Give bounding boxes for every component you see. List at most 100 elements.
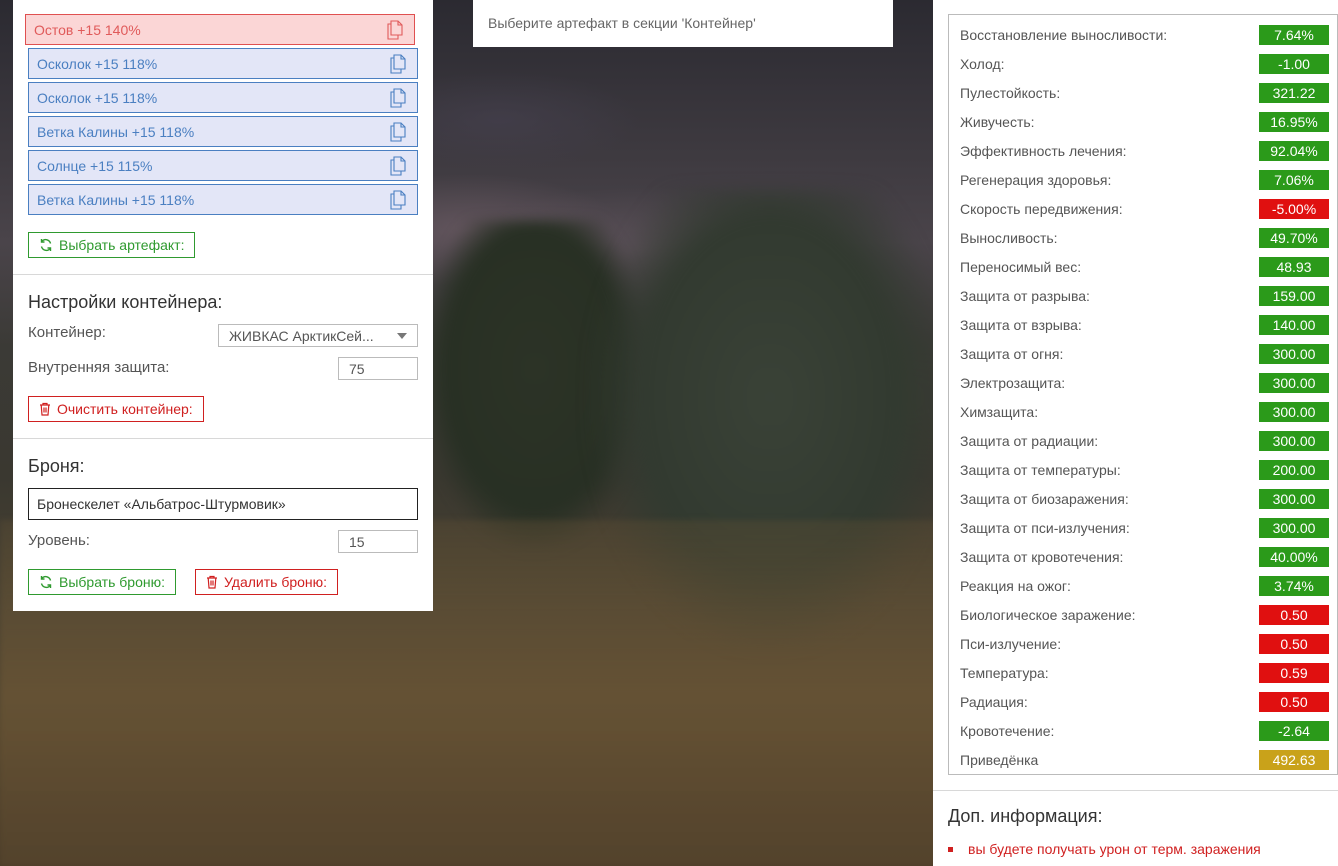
stat-value-badge: 159.00 xyxy=(1259,286,1329,306)
artifact-item[interactable]: Ветка Калины +15 118% xyxy=(28,184,418,215)
container-select[interactable]: ЖИВКАС АрктикСей... xyxy=(218,324,418,347)
stat-value-badge: 0.50 xyxy=(1259,605,1329,625)
copy-icon[interactable] xyxy=(389,54,407,74)
artifact-item[interactable]: Солнце +15 115% xyxy=(28,150,418,181)
artifact-item[interactable]: Ветка Калины +15 118% xyxy=(28,116,418,147)
stats-table: Восстановление выносливости: 7.64% Холод: -… xyxy=(948,14,1338,775)
stat-value-badge: 3.74% xyxy=(1259,576,1329,596)
stat-value-badge: 492.63 xyxy=(1259,750,1329,770)
container-settings-title: Настройки контейнера: xyxy=(28,292,223,312)
stat-row: Защита от температуры: 200.00 xyxy=(949,453,1338,482)
stat-value-badge: -2.64 xyxy=(1259,721,1329,741)
stat-name: Температура: xyxy=(960,665,1049,681)
stat-value-badge: 92.04% xyxy=(1259,141,1329,161)
trash-icon xyxy=(206,575,218,589)
stat-name: Пулестойкость: xyxy=(960,85,1061,101)
stat-row: Выносливость: 49.70% xyxy=(949,221,1338,250)
refresh-icon xyxy=(39,238,53,252)
artifact-label: Ветка Калины +15 118% xyxy=(37,123,195,140)
artifact-list: Остов +15 140% Осколок +15 118% Осколок +1… xyxy=(25,14,418,218)
artifact-label: Остов +15 140% xyxy=(34,21,141,38)
artifact-label: Солнце +15 115% xyxy=(37,157,153,174)
armor-field[interactable]: Бронескелет «Альбатрос-Штурмовик» xyxy=(28,488,418,520)
left-panel: Остов +15 140% Осколок +15 118% Осколок +1… xyxy=(13,0,433,611)
stat-value-badge: 300.00 xyxy=(1259,518,1329,538)
right-panel: Восстановление выносливости: 7.64% Холод: -… xyxy=(933,0,1338,866)
copy-icon[interactable] xyxy=(389,88,407,108)
chevron-down-icon xyxy=(397,333,407,339)
stat-name: Защита от радиации: xyxy=(960,433,1099,449)
stat-value-badge: -5.00% xyxy=(1259,199,1329,219)
clear-container-button[interactable]: Очистить контейнер: xyxy=(28,396,204,422)
copy-icon[interactable] xyxy=(389,190,407,210)
info-list-item: вы будете получать урон от терм. заражен… xyxy=(948,841,1261,857)
choose-artifact-label: Выбрать артефакт: xyxy=(59,237,185,253)
stat-name: Электрозащита: xyxy=(960,375,1066,391)
stat-value-badge: 300.00 xyxy=(1259,373,1329,393)
stat-name: Восстановление выносливости: xyxy=(960,27,1168,43)
stat-row: Скорость передвижения: -5.00% xyxy=(949,192,1338,221)
delete-armor-label: Удалить броню: xyxy=(224,574,328,590)
stat-value-badge: 48.93 xyxy=(1259,257,1329,277)
stat-row: Пси-излучение: 0.50 xyxy=(949,627,1338,656)
artifact-item[interactable]: Осколок +15 118% xyxy=(28,48,418,79)
stat-value-badge: 200.00 xyxy=(1259,460,1329,480)
stat-name: Эффективность лечения: xyxy=(960,143,1127,159)
armor-title: Броня: xyxy=(28,456,85,476)
stat-name: Защита от разрыва: xyxy=(960,288,1090,304)
stat-name: Холод: xyxy=(960,56,1005,72)
level-label: Уровень: xyxy=(28,532,90,549)
copy-icon[interactable] xyxy=(389,122,407,142)
stat-value-badge: 0.50 xyxy=(1259,692,1329,712)
stat-value-badge: -1.00 xyxy=(1259,54,1329,74)
divider xyxy=(13,274,433,275)
stat-value-badge: 40.00% xyxy=(1259,547,1329,567)
stat-value-badge: 0.50 xyxy=(1259,634,1329,654)
stat-row: Защита от радиации: 300.00 xyxy=(949,424,1338,453)
container-select-value: ЖИВКАС АрктикСей... xyxy=(229,327,374,344)
stat-name: Приведёнка xyxy=(960,752,1039,768)
stat-value-badge: 7.06% xyxy=(1259,170,1329,190)
info-item-text: вы будете получать урон от терм. заражен… xyxy=(968,841,1261,857)
stat-value-badge: 7.64% xyxy=(1259,25,1329,45)
stat-row: Защита от биозаражения: 300.00 xyxy=(949,482,1338,511)
stat-row: Защита от огня: 300.00 xyxy=(949,337,1338,366)
artifact-item[interactable]: Осколок +15 118% xyxy=(28,82,418,113)
stat-name: Выносливость: xyxy=(960,230,1058,246)
copy-icon[interactable] xyxy=(389,156,407,176)
stat-row: Электрозащита: 300.00 xyxy=(949,366,1338,395)
stat-name: Пси-излучение: xyxy=(960,636,1062,652)
copy-icon[interactable] xyxy=(386,20,404,40)
stat-row: Переносимый вес: 48.93 xyxy=(949,250,1338,279)
artifact-item[interactable]: Остов +15 140% xyxy=(25,14,415,45)
stat-row: Реакция на ожог: 3.74% xyxy=(949,569,1338,598)
bullet-icon xyxy=(948,846,953,852)
stat-value-badge: 300.00 xyxy=(1259,431,1329,451)
inner-protection-label: Внутренняя защита: xyxy=(28,359,170,376)
delete-armor-button[interactable]: Удалить броню: xyxy=(195,569,339,595)
stat-name: Переносимый вес: xyxy=(960,259,1082,275)
level-input[interactable]: 15 xyxy=(338,530,418,553)
stat-name: Биологическое заражение: xyxy=(960,607,1136,623)
divider xyxy=(13,438,433,439)
divider xyxy=(933,790,1338,791)
stat-value-badge: 140.00 xyxy=(1259,315,1329,335)
stat-value-badge: 300.00 xyxy=(1259,489,1329,509)
choose-artifact-button[interactable]: Выбрать артефакт: xyxy=(28,232,196,258)
stat-value-badge: 300.00 xyxy=(1259,344,1329,364)
clear-container-label: Очистить контейнер: xyxy=(57,401,193,417)
select-artifact-hint: Выберите артефакт в секции 'Контейнер' xyxy=(488,15,756,31)
stat-row: Температура: 0.59 xyxy=(949,656,1338,685)
stat-row: Регенерация здоровья: 7.06% xyxy=(949,163,1338,192)
stat-row: Защита от взрыва: 140.00 xyxy=(949,308,1338,337)
inner-protection-input[interactable]: 75 xyxy=(338,357,418,380)
stat-row: Химзащита: 300.00 xyxy=(949,395,1338,424)
stat-name: Защита от кровотечения: xyxy=(960,549,1124,565)
stat-name: Защита от огня: xyxy=(960,346,1064,362)
stat-name: Реакция на ожог: xyxy=(960,578,1071,594)
stat-row: Защита от разрыва: 159.00 xyxy=(949,279,1338,308)
refresh-icon xyxy=(39,575,53,589)
stat-name: Защита от взрыва: xyxy=(960,317,1082,333)
choose-armor-button[interactable]: Выбрать броню: xyxy=(28,569,176,595)
stat-value-badge: 49.70% xyxy=(1259,228,1329,248)
